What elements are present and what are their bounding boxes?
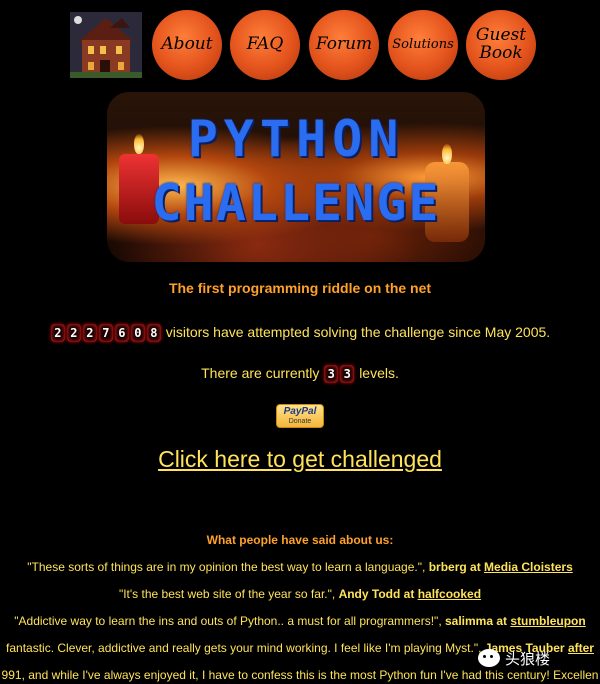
testimonials-header: What people have said about us: [206, 533, 394, 547]
wechat-icon [478, 649, 500, 667]
counter-digit: 7 [98, 324, 113, 343]
wechat-watermark: 头狼楼 [478, 644, 600, 672]
quote-text: fantastic. Clever, addictive and really … [6, 641, 482, 655]
watermark-text: 头狼楼 [505, 650, 551, 668]
donate-label: Donate [288, 418, 312, 425]
banner-title-line1: PYTHON [187, 110, 405, 168]
tagline: The first programming riddle on the net [168, 280, 432, 296]
haunted-house-logo[interactable] [70, 12, 142, 78]
quote-text: "These sorts of things are in my opinion… [27, 560, 426, 574]
quote-author: salimma at [445, 614, 508, 628]
nav-forum-button[interactable]: Forum [309, 10, 379, 80]
nav-guestbook-button[interactable]: Guest Book [466, 10, 536, 80]
levels-prefix: There are currently [201, 365, 320, 381]
testimonial-quote: "These sorts of things are in my opinion… [0, 560, 600, 574]
python-challenge-banner: PYTHON CHALLENGE [107, 92, 485, 262]
quote-source-link[interactable]: Media Cloisters [484, 560, 573, 574]
nav-solutions-button[interactable]: Solutions [388, 10, 458, 80]
get-challenged-link[interactable]: Click here to get challenged [0, 446, 600, 473]
quote-text: "It's the best web site of the year so f… [118, 587, 336, 601]
quote-author: brberg at [428, 560, 481, 574]
nav-guestbook-label-2: Book [479, 43, 523, 63]
testimonial-quote: "It's the best web site of the year so f… [0, 587, 600, 601]
counter-digit: 2 [66, 324, 81, 343]
counter-digit: 2 [82, 324, 97, 343]
quote-text: "Addictive way to learn the ins and outs… [14, 614, 442, 628]
visitors-text: visitors have attempted solving the chal… [165, 324, 551, 340]
visitor-counter-line: 2227608 visitors have attempted solving … [0, 324, 600, 343]
quote-author: Andy Todd at [338, 587, 415, 601]
paypal-logo: PayPal [283, 406, 317, 417]
quote-source-link[interactable]: stumbleupon [510, 614, 585, 628]
nav-about-button[interactable]: About [152, 10, 222, 80]
nav-solutions-label: Solutions [392, 37, 454, 53]
testimonial-quote: "Addictive way to learn the ins and outs… [0, 614, 600, 628]
counter-digit: 8 [146, 324, 161, 343]
nav-faq-label: FAQ [246, 34, 284, 55]
counter-digit: 0 [130, 324, 145, 343]
level-digit: 3 [324, 365, 339, 384]
levels-suffix: levels. [359, 365, 399, 381]
counter-digit: 6 [114, 324, 129, 343]
counter-digit: 2 [50, 324, 65, 343]
nav-forum-label: Forum [315, 34, 373, 55]
levels-line: There are currently 33 levels. [0, 365, 600, 384]
nav-faq-button[interactable]: FAQ [230, 10, 300, 80]
quote-source-link[interactable]: halfcooked [418, 587, 481, 601]
banner-title-line2: CHALLENGE [151, 174, 441, 232]
level-digit: 3 [340, 365, 355, 384]
nav-about-label: About [161, 34, 213, 55]
paypal-donate-button[interactable]: PayPal Donate [276, 404, 324, 428]
